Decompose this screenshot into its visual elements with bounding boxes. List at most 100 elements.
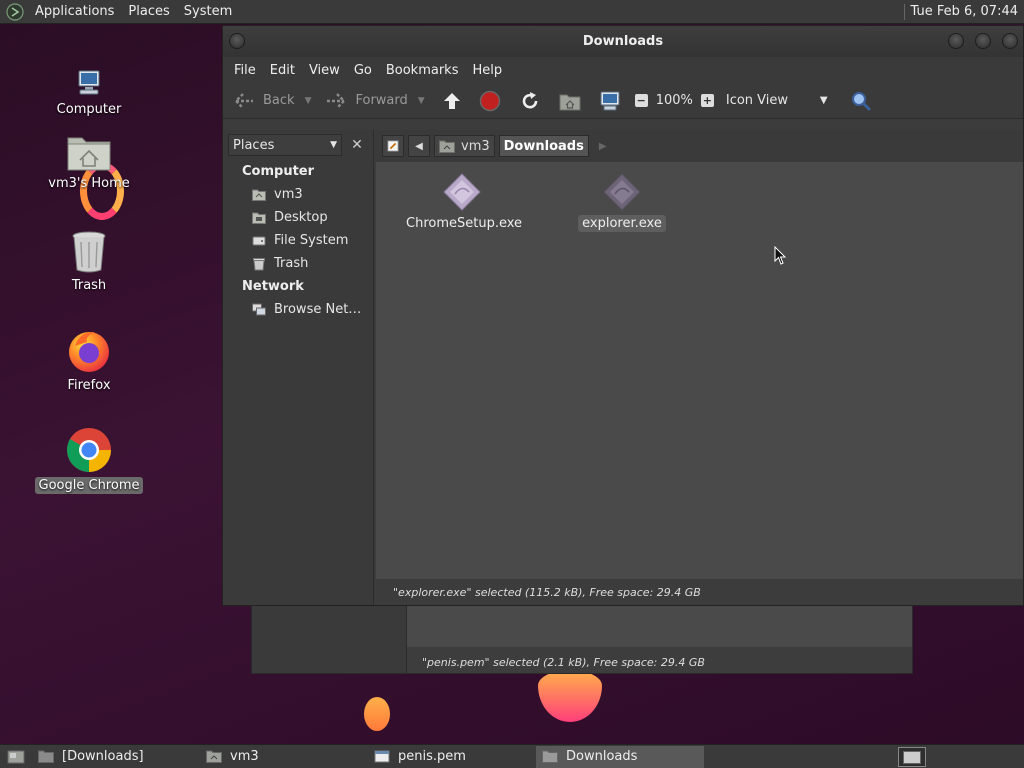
breadcrumb-vm3[interactable]: vm3 bbox=[434, 135, 495, 157]
computer-icon bbox=[78, 70, 100, 95]
task-downloads[interactable]: Downloads bbox=[536, 745, 704, 768]
clock[interactable]: Tue Feb 6, 07:44 bbox=[911, 4, 1024, 19]
chevron-down-icon: ▼ bbox=[330, 140, 337, 150]
menu-bookmarks[interactable]: Bookmarks bbox=[379, 63, 466, 78]
system-menu[interactable]: System bbox=[177, 4, 239, 19]
edit-location-icon bbox=[387, 140, 399, 152]
back-button[interactable]: Back ▼ bbox=[233, 92, 311, 110]
sidebar-item-label: Browse Net… bbox=[274, 302, 362, 317]
path-scroll-left-button[interactable]: ◀ bbox=[408, 135, 430, 157]
show-desktop-icon[interactable] bbox=[6, 747, 26, 767]
drive-icon bbox=[252, 236, 266, 245]
breadcrumb-downloads[interactable]: Downloads bbox=[498, 135, 589, 157]
title-bar[interactable]: Downloads bbox=[223, 26, 1023, 57]
desktop-icon-label: Computer bbox=[56, 102, 122, 117]
menu-file[interactable]: File bbox=[227, 63, 263, 78]
network-icon bbox=[252, 303, 266, 315]
up-arrow-icon bbox=[443, 92, 460, 109]
menu-edit[interactable]: Edit bbox=[263, 63, 302, 78]
forward-history-dropdown-icon[interactable]: ▼ bbox=[418, 96, 425, 106]
sidebar-item-label: File System bbox=[274, 233, 349, 248]
folder-icon bbox=[38, 750, 54, 763]
desktop-icon-label: vm3's Home bbox=[48, 176, 130, 191]
top-panel: Applications Places System Tue Feb 6, 07… bbox=[0, 0, 1024, 24]
sidebar-item-browse-network[interactable]: Browse Net… bbox=[252, 302, 361, 317]
zoom-out-button[interactable]: − bbox=[634, 94, 648, 107]
exe-file-icon bbox=[443, 173, 481, 211]
sidebar-item-vm3[interactable]: vm3 bbox=[252, 187, 303, 202]
desktop-icon-trash[interactable]: Trash bbox=[34, 230, 144, 293]
stop-button[interactable] bbox=[479, 90, 501, 112]
computer-button[interactable] bbox=[599, 91, 621, 111]
desktop-icon-computer[interactable]: Computer bbox=[34, 68, 144, 117]
view-mode-select[interactable]: Icon View ▼ bbox=[726, 93, 828, 108]
desktop-icon-chrome[interactable]: Google Chrome bbox=[34, 426, 144, 494]
menu-help[interactable]: Help bbox=[465, 63, 509, 78]
menu-bar: File Edit View Go Bookmarks Help bbox=[223, 57, 1023, 83]
close-icon: ✕ bbox=[351, 137, 363, 153]
task-label: [Downloads] bbox=[62, 749, 144, 764]
home-button[interactable] bbox=[559, 91, 581, 111]
task-penis-pem[interactable]: penis.pem bbox=[368, 746, 536, 768]
maximize-button[interactable] bbox=[975, 33, 991, 49]
task-label: penis.pem bbox=[398, 749, 466, 764]
sidebar-section-network: Network bbox=[242, 279, 304, 294]
zoom-in-icon: + bbox=[700, 94, 714, 107]
desktop-icon-firefox[interactable]: Firefox bbox=[34, 326, 144, 393]
home-folder-icon bbox=[559, 94, 581, 110]
menu-view[interactable]: View bbox=[302, 63, 347, 78]
forward-button[interactable]: Forward ▼ bbox=[325, 92, 425, 110]
reload-button[interactable] bbox=[519, 90, 541, 112]
exe-file-icon bbox=[603, 173, 641, 211]
chevron-right-icon[interactable]: ▶ bbox=[599, 141, 607, 152]
up-button[interactable] bbox=[441, 91, 463, 111]
breadcrumb-label: Downloads bbox=[503, 138, 584, 154]
back-history-dropdown-icon[interactable]: ▼ bbox=[305, 96, 312, 106]
workspace-switcher[interactable] bbox=[898, 747, 926, 767]
computer-icon bbox=[600, 91, 620, 110]
desktop-icon-label: Google Chrome bbox=[34, 477, 144, 494]
file-item-chromesetup[interactable]: ChromeSetup.exe bbox=[402, 172, 522, 231]
chevron-left-icon: ◀ bbox=[415, 140, 423, 152]
stop-icon bbox=[479, 90, 500, 111]
background-window-sidebar bbox=[252, 601, 407, 673]
forward-arrow-icon bbox=[327, 92, 347, 109]
places-menu[interactable]: Places bbox=[121, 4, 176, 19]
zoom-out-icon: − bbox=[634, 94, 648, 107]
sidebar-item-label: Desktop bbox=[274, 210, 328, 225]
zoom-in-button[interactable]: + bbox=[700, 94, 714, 107]
wallpaper-blob bbox=[538, 670, 602, 722]
home-folder-icon bbox=[67, 137, 111, 171]
menu-go[interactable]: Go bbox=[347, 63, 379, 78]
toggle-location-button[interactable] bbox=[382, 135, 404, 157]
sidebar-mode-select[interactable]: Places ▼ bbox=[228, 134, 342, 156]
desktop-icon-label: Firefox bbox=[67, 378, 111, 393]
file-item-explorer[interactable]: explorer.exe bbox=[562, 172, 682, 232]
chevron-down-icon: ▼ bbox=[819, 95, 828, 106]
back-arrow-icon bbox=[234, 92, 253, 109]
mouse-cursor-icon bbox=[774, 246, 787, 265]
search-button[interactable] bbox=[850, 90, 872, 112]
close-button[interactable] bbox=[1002, 33, 1018, 49]
desktop-folder-icon bbox=[252, 212, 266, 224]
task-label: vm3 bbox=[230, 749, 259, 764]
workspace-1[interactable] bbox=[903, 750, 921, 764]
applications-menu[interactable]: Applications bbox=[28, 4, 121, 19]
task-vm3[interactable]: vm3 bbox=[200, 746, 368, 768]
background-window-content bbox=[407, 601, 912, 647]
forward-label: Forward bbox=[355, 93, 408, 108]
menu-logo-icon[interactable] bbox=[6, 2, 24, 21]
sidebar-item-file-system[interactable]: File System bbox=[252, 233, 348, 248]
sidebar-item-label: vm3 bbox=[274, 187, 303, 202]
close-sidebar-button[interactable]: ✕ bbox=[347, 134, 367, 156]
file-icon-view[interactable]: ChromeSetup.exe explorer.exe bbox=[376, 162, 1023, 579]
reload-icon bbox=[522, 91, 537, 108]
search-icon bbox=[851, 91, 871, 111]
background-file-window[interactable]: "penis.pem" selected (2.1 kB), Free spac… bbox=[251, 600, 913, 674]
task-downloads-minimized[interactable]: [Downloads] bbox=[32, 746, 200, 768]
minimize-button[interactable] bbox=[948, 33, 964, 49]
background-window-status: "penis.pem" selected (2.1 kB), Free spac… bbox=[422, 656, 705, 669]
sidebar-item-desktop[interactable]: Desktop bbox=[252, 210, 328, 225]
sidebar-item-trash[interactable]: Trash bbox=[252, 256, 308, 271]
desktop-icon-home[interactable]: vm3's Home bbox=[34, 130, 144, 191]
